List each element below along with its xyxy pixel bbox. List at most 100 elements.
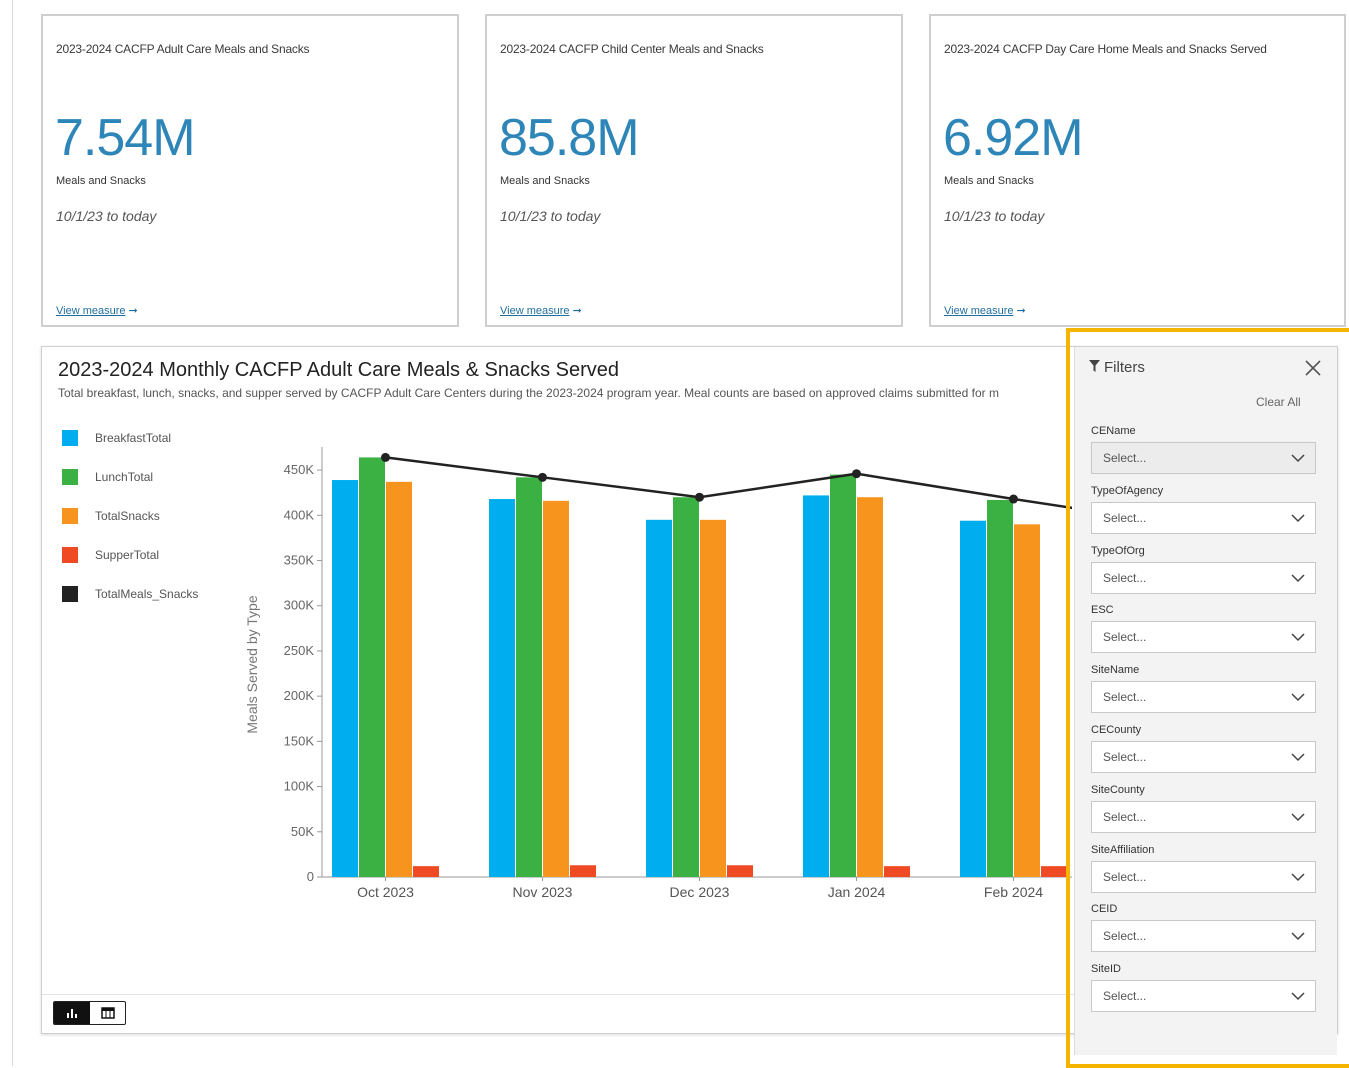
line-point [538, 472, 547, 482]
y-tick-label: 150K [284, 733, 315, 748]
kpi-title: 2023-2024 CACFP Day Care Home Meals and … [944, 42, 1267, 56]
bar-totalsnacks [386, 481, 412, 877]
select-placeholder: Select... [1103, 510, 1147, 525]
chevron-down-icon [1291, 693, 1305, 702]
chevron-down-icon [1291, 753, 1305, 762]
kpi-card-child-center: 2023-2024 CACFP Child Center Meals and S… [485, 14, 903, 327]
filter-label-cecounty: CECounty [1091, 724, 1142, 736]
chevron-down-icon [1291, 633, 1305, 642]
arrow-right-icon: ➞ [128, 305, 138, 317]
chevron-down-icon [1291, 992, 1305, 1001]
kpi-card-day-care-home: 2023-2024 CACFP Day Care Home Meals and … [929, 14, 1346, 327]
bar-totalsnacks [700, 519, 726, 877]
select-placeholder: Select... [1103, 750, 1147, 764]
filter-label-siteaffiliation: SiteAffiliation [1091, 843, 1155, 856]
arrow-right-icon: ➞ [572, 305, 582, 317]
kpi-unit: Meals and Snacks [500, 175, 590, 187]
filter-label-sitecounty: SiteCounty [1091, 783, 1145, 796]
chart-view-button[interactable] [54, 1002, 90, 1024]
view-measure-label: View measure [944, 305, 1014, 317]
x-tick-label: Dec 2023 [670, 884, 730, 900]
line-point [852, 469, 861, 479]
select-placeholder: Select... [1103, 989, 1147, 1004]
filter-label-typeoforg: TypeOfOrg [1091, 544, 1145, 557]
filter-header-label: Filters [1104, 359, 1145, 376]
x-tick-label: Oct 2023 [357, 884, 414, 900]
filter-select-esc[interactable]: Select... [1091, 621, 1316, 654]
line-total-meals [385, 456, 1072, 510]
chevron-down-icon [1291, 454, 1305, 463]
y-tick-label: 350K [284, 553, 315, 568]
bar-breakfasttotal [332, 480, 358, 877]
select-placeholder: Select... [1103, 570, 1147, 585]
kpi-unit: Meals and Snacks [944, 175, 1034, 187]
filter-panel: Filters Clear All CEName Select... TypeOfA… [1074, 347, 1337, 1055]
y-tick-label: 200K [284, 688, 315, 703]
table-icon [101, 1007, 115, 1019]
view-measure-link[interactable]: View measure ➞ [944, 304, 1026, 317]
bar-breakfasttotal [489, 499, 515, 877]
bar-chart-icon [67, 1009, 77, 1018]
kpi-date-range: 10/1/23 to today [944, 208, 1045, 224]
bar-breakfasttotal [803, 495, 829, 877]
filter-select-ceid[interactable]: Select... [1091, 920, 1316, 953]
filter-select-cename[interactable]: Select... [1091, 442, 1316, 474]
view-measure-link[interactable]: View measure ➞ [56, 304, 138, 317]
select-placeholder: Select... [1103, 809, 1147, 824]
kpi-value: 6.92M [943, 109, 1084, 167]
filter-select-typeofagency[interactable]: Select... [1091, 501, 1316, 534]
bar-lunchtotal [830, 474, 856, 877]
filter-select-sitename[interactable]: Select... [1091, 681, 1316, 714]
view-measure-label: View measure [56, 305, 126, 317]
bar-suppertotal [413, 866, 439, 877]
clear-all-button[interactable]: Clear All [1256, 395, 1301, 409]
view-toggle [53, 1001, 126, 1025]
chevron-down-icon [1291, 813, 1305, 821]
select-placeholder: Select... [1103, 690, 1147, 705]
bar-totalsnacks [1014, 524, 1040, 877]
filter-label-sitename: SiteName [1091, 664, 1140, 677]
chevron-down-icon [1291, 932, 1305, 941]
filter-select-siteaffiliation[interactable]: Select... [1091, 860, 1316, 893]
select-placeholder: Select... [1103, 451, 1147, 465]
bar-suppertotal [727, 865, 753, 877]
y-tick-label: 0 [307, 869, 314, 884]
view-measure-link[interactable]: View measure ➞ [500, 304, 582, 317]
bar-lunchtotal [987, 499, 1013, 877]
y-tick-label: 50K [291, 824, 314, 839]
y-tick-label: 250K [284, 643, 315, 658]
kpi-value: 85.8M [499, 109, 640, 167]
select-placeholder: Select... [1103, 929, 1147, 944]
table-view-button[interactable] [90, 1002, 125, 1024]
filter-label-typeofagency: TypeOfAgency [1091, 484, 1164, 497]
kpi-date-range: 10/1/23 to today [500, 208, 601, 224]
funnel-icon [1089, 359, 1100, 376]
bar-suppertotal [570, 865, 596, 877]
bar-suppertotal [884, 866, 910, 877]
kpi-card-adult-care: 2023-2024 CACFP Adult Care Meals and Sna… [41, 14, 459, 327]
close-icon[interactable] [1304, 359, 1322, 377]
view-measure-label: View measure [500, 305, 570, 317]
y-axis-label: Meals Served by Type [244, 595, 260, 733]
bar-lunchtotal [516, 477, 542, 877]
kpi-unit: Meals and Snacks [56, 175, 146, 187]
line-point [381, 452, 390, 462]
chevron-down-icon [1291, 873, 1305, 881]
bar-lunchtotal [673, 497, 699, 877]
bar-suppertotal [1041, 866, 1067, 877]
kpi-value: 7.54M [55, 109, 196, 167]
filter-select-typeoforg[interactable]: Select... [1091, 561, 1316, 594]
filter-label-cename: CEName [1091, 425, 1136, 437]
filter-select-sitecounty[interactable]: Select... [1091, 800, 1316, 833]
chart-plot: 0 50K 100K 150K 200K 250K 300K 350K 400K 450K Meal… [244, 447, 1072, 900]
select-placeholder: Select... [1103, 630, 1147, 645]
chevron-down-icon [1291, 574, 1305, 582]
bar-breakfasttotal [960, 520, 986, 877]
kpi-title: 2023-2024 CACFP Child Center Meals and S… [500, 42, 764, 56]
line-point [1009, 494, 1018, 504]
filter-select-siteid[interactable]: Select... [1091, 980, 1316, 1013]
filter-header: Filters [1089, 359, 1145, 376]
filter-select-cecounty[interactable]: Select... [1091, 741, 1316, 773]
y-tick-label: 450K [284, 462, 315, 477]
x-tick-label: Feb 2024 [984, 884, 1043, 900]
